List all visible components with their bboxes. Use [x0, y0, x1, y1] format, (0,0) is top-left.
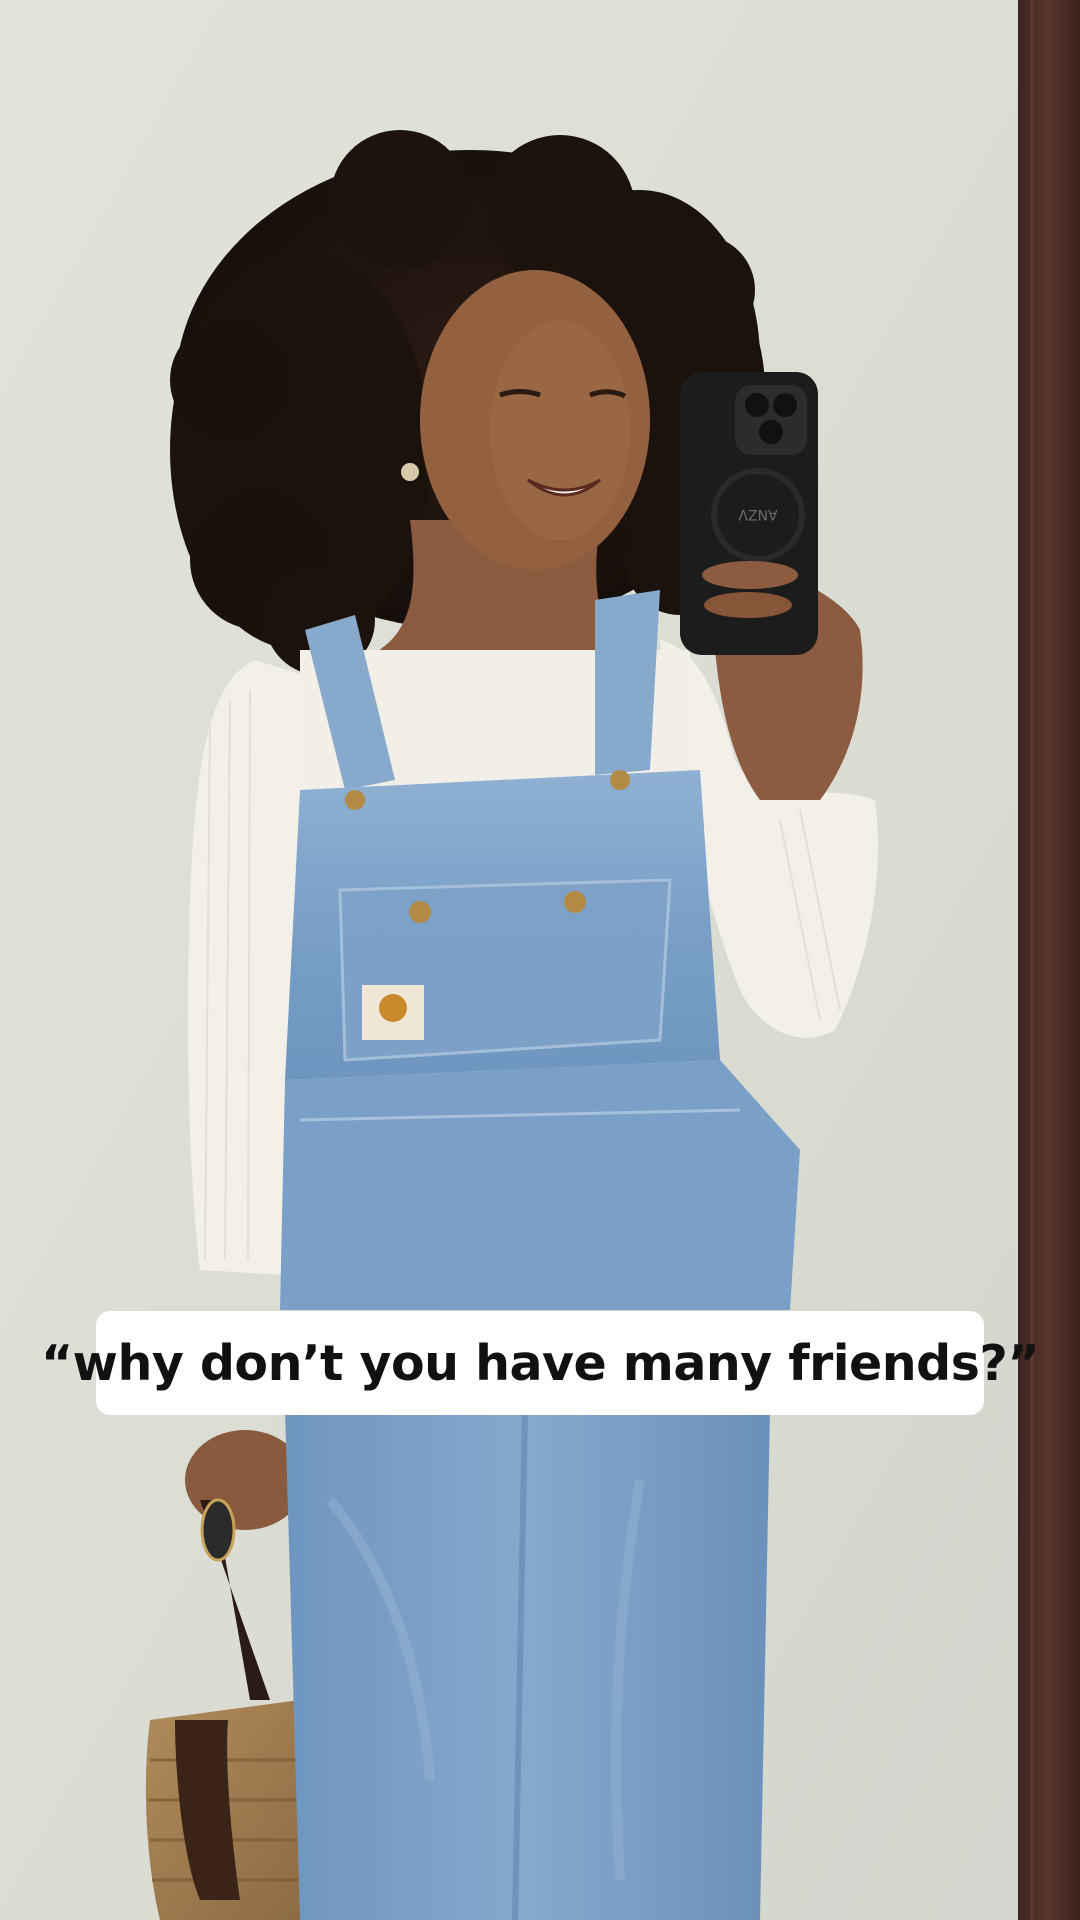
caption-box: “why don’t you have many friends?” [41, 1311, 1040, 1415]
phone-case-logo: ANZV [738, 506, 778, 522]
phone: ANZV [680, 372, 818, 655]
door-frame [1018, 0, 1080, 1920]
mirror-selfie-photo: ANZV [0, 0, 1080, 1920]
story-frame: ANZV “why don’t you have many friends?” [0, 0, 1080, 1920]
caption-text: “why don’t you have many friends?” [40, 1334, 1040, 1392]
